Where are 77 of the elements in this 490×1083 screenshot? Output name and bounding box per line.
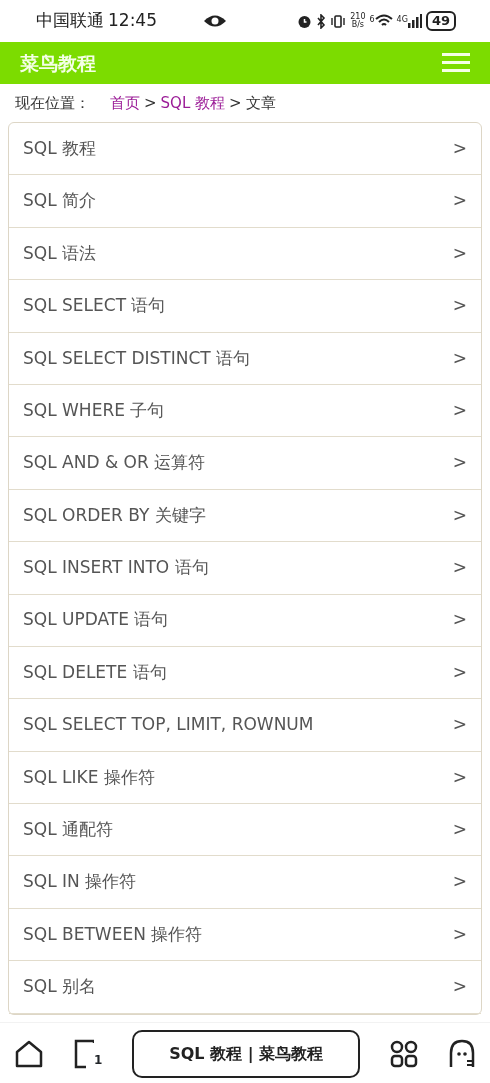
chevron-icon: > xyxy=(452,817,467,843)
tab-count: 1 xyxy=(93,1052,103,1069)
lesson-link[interactable]: SQL 语法 > xyxy=(9,227,481,281)
lesson-link[interactable]: SQL SELECT TOP, LIMIT, ROWNUM > xyxy=(9,699,481,752)
signal-icon xyxy=(407,14,422,28)
lesson-link[interactable]: SQL DELETE 语句 > xyxy=(9,646,481,700)
chevron-icon: > xyxy=(452,502,467,529)
chevron-icon: > xyxy=(452,659,467,686)
bluetooth-icon xyxy=(316,13,327,29)
lesson-title: SQL AND & OR 运算符 xyxy=(23,451,206,475)
lesson-title: SQL IN 操作符 xyxy=(23,870,137,894)
vibrate-icon xyxy=(330,13,347,29)
lesson-title: SQL LIKE 操作符 xyxy=(23,765,155,789)
chevron-icon: > xyxy=(452,921,467,948)
lesson-title: SQL DELETE 语句 xyxy=(23,660,167,684)
chevron-icon: > xyxy=(452,188,467,214)
lesson-title: SQL SELECT DISTINCT 语句 xyxy=(23,346,251,370)
tab-icon xyxy=(73,1039,94,1069)
chevron-icon: > xyxy=(452,345,467,371)
lesson-title: SQL ORDER BY 关键字 xyxy=(23,503,206,527)
lesson-title: SQL BETWEEN 操作符 xyxy=(23,922,203,946)
chevron-icon: > xyxy=(452,397,467,424)
chevron-icon: > xyxy=(452,974,467,1000)
tabs-button[interactable]: 1 xyxy=(73,1039,103,1069)
lesson-link[interactable]: SQL SELECT 语句 > xyxy=(9,280,481,333)
breadcrumb-link[interactable]: SQL 教程 xyxy=(160,91,226,115)
lesson-title: SQL 简介 xyxy=(23,189,97,213)
speed-value: 210 xyxy=(350,13,366,21)
alarm-icon xyxy=(297,13,313,29)
ghost-icon[interactable] xyxy=(448,1039,476,1069)
chevron-icon: > xyxy=(452,764,467,791)
lesson-link[interactable]: SQL BETWEEN 操作符 > xyxy=(9,908,481,962)
breadcrumb-link[interactable]: 首页 xyxy=(110,91,140,115)
lesson-title: SQL 别名 xyxy=(23,975,97,999)
lesson-link[interactable]: SQL 通配符 > xyxy=(9,804,481,857)
chevron-icon: > xyxy=(452,555,467,581)
lesson-link[interactable]: SQL LIKE 操作符 > xyxy=(9,751,481,805)
lesson-title: SQL SELECT 语句 xyxy=(23,294,166,318)
chevron-icon: > xyxy=(452,135,467,162)
lesson-link[interactable]: SQL ORDER BY 关键字 > xyxy=(9,489,481,543)
chevron-icon: > xyxy=(452,293,467,319)
wifi-icon xyxy=(374,14,393,28)
lesson-title: SQL 通配符 xyxy=(23,818,114,841)
chevron-icon: > xyxy=(452,869,467,895)
breadcrumb-separator: > xyxy=(229,92,242,114)
chevron-icon: > xyxy=(452,712,467,738)
breadcrumb-label: 现在位置： xyxy=(15,92,90,114)
lesson-title: SQL SELECT TOP, LIMIT, ROWNUM xyxy=(23,713,314,737)
lesson-title: SQL UPDATE 语句 xyxy=(23,608,169,632)
lesson-link[interactable]: SQL IN 操作符 > xyxy=(9,856,481,909)
signal-label: 4G xyxy=(396,14,408,26)
lesson-link[interactable]: SQL 简介 > xyxy=(9,175,481,228)
lesson-title: SQL INSERT INTO 语句 xyxy=(23,556,209,580)
breadcrumb-current: 文章 xyxy=(245,92,276,114)
lesson-title: SQL 语法 xyxy=(23,241,97,265)
lesson-title: SQL WHERE 子句 xyxy=(23,398,165,422)
wifi-label: 6 xyxy=(369,14,375,26)
lesson-link[interactable]: SQL WHERE 子句 > xyxy=(9,384,481,438)
lesson-link[interactable]: SQL UPDATE 语句 > xyxy=(9,594,481,647)
speed-unit: B/s xyxy=(350,21,366,29)
lesson-link[interactable]: SQL AND & OR 运算符 > xyxy=(9,437,481,490)
address-bar[interactable]: SQL 教程 | 菜鸟教程 xyxy=(132,1030,361,1078)
chevron-icon: > xyxy=(452,240,467,267)
breadcrumb-separator: > xyxy=(144,92,157,114)
apps-icon[interactable] xyxy=(390,1040,419,1068)
clock-time: 12:45 xyxy=(108,9,157,33)
chevron-icon: > xyxy=(452,607,467,633)
eye-icon xyxy=(203,13,227,29)
lesson-link[interactable]: SQL INSERT INTO 语句 > xyxy=(9,542,481,595)
chevron-icon: > xyxy=(452,450,467,476)
home-icon[interactable] xyxy=(14,1039,44,1069)
battery-level: 49 xyxy=(425,11,456,31)
carrier-name: 中国联通 xyxy=(36,9,104,33)
lesson-link[interactable]: SQL 别名 > xyxy=(9,961,481,1014)
lesson-link[interactable]: SQL SELECT DISTINCT 语句 > xyxy=(9,332,481,385)
lesson-title: SQL 教程 xyxy=(23,136,97,160)
lesson-link[interactable]: SQL 教程 > xyxy=(9,123,481,176)
